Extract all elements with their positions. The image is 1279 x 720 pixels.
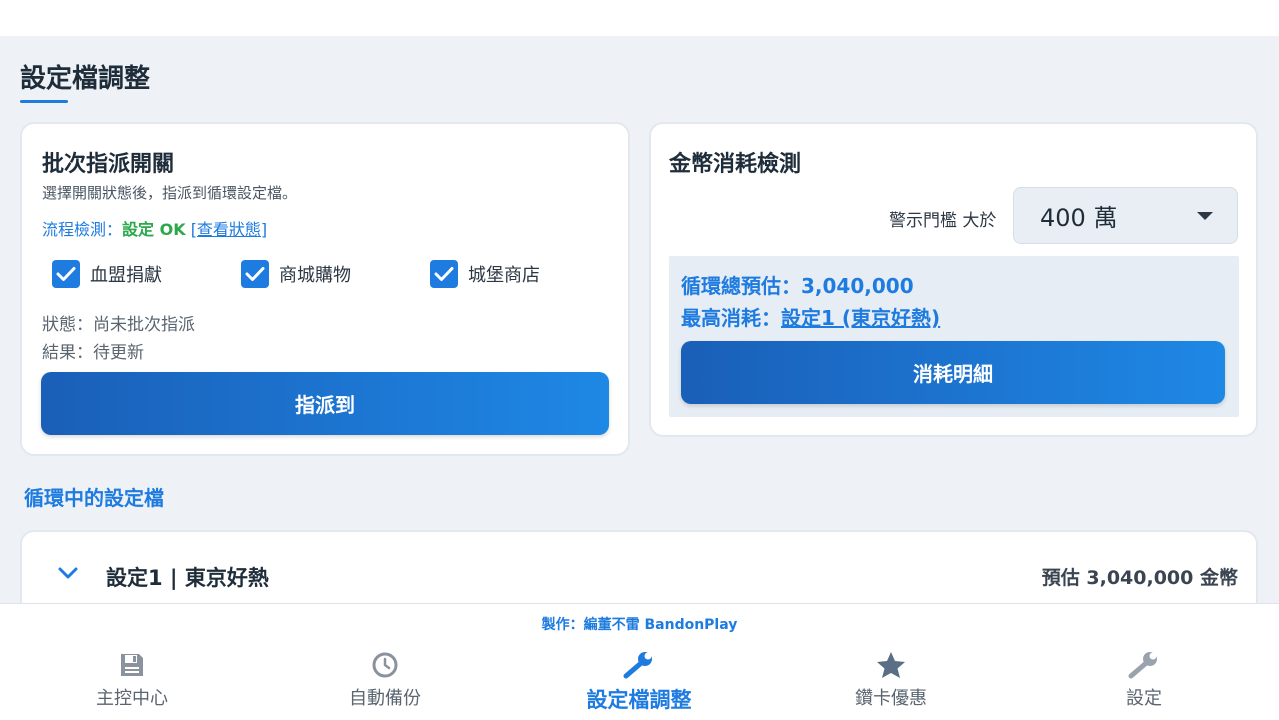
gold-consumption-card: 金幣消耗檢測 警示門檻 大於 400 萬 循環總預估：3,040,000 最高消…	[649, 122, 1258, 437]
nav-item-profile-adjust[interactable]: 設定檔調整	[539, 648, 739, 718]
bottom-nav-bar: 製作：編董不雷 BandonPlay 主控中心 自動備份 設定檔調整 鑽卡優惠 …	[0, 603, 1279, 720]
batch-assign-card: 批次指派開關 選擇開關狀態後，指派到循環設定檔。 流程檢測：設定 OK [查看狀…	[20, 122, 630, 456]
nav-label: 鑽卡優惠	[855, 688, 927, 709]
cycle-section-title: 循環中的設定檔	[24, 486, 164, 510]
checkbox-label: 商城購物	[279, 265, 351, 286]
max-consumption-link[interactable]: 設定1 (東京好熱)	[781, 306, 940, 330]
checkbox-castle-shop[interactable]: 城堡商店	[430, 260, 540, 288]
nav-label: 自動備份	[349, 688, 421, 709]
checkbox-checked-icon[interactable]	[241, 260, 269, 288]
view-status-link[interactable]: [查看狀態]	[191, 220, 268, 239]
page-title: 設定檔調整	[20, 64, 151, 94]
nav-item-dashboard[interactable]: 主控中心	[32, 648, 232, 718]
nav-item-settings[interactable]: 設定	[1044, 648, 1244, 718]
caret-down-icon	[1197, 212, 1213, 220]
threshold-select[interactable]: 400 萬	[1013, 187, 1238, 244]
nav-label: 主控中心	[96, 688, 168, 709]
total-estimate: 循環總預估：3,040,000	[681, 270, 914, 299]
max-consumption: 最高消耗：設定1 (東京好熱)	[681, 302, 940, 331]
gold-summary-box: 循環總預估：3,040,000 最高消耗：設定1 (東京好熱) 消耗明細	[669, 256, 1239, 417]
nav-label: 設定	[1126, 688, 1162, 709]
batch-description: 選擇開關狀態後，指派到循環設定檔。	[42, 184, 298, 202]
checkbox-mall-shopping[interactable]: 商城購物	[241, 260, 351, 288]
max-consumption-label: 最高消耗：	[681, 306, 781, 330]
profile-estimate: 預估 3,040,000 金幣	[1041, 567, 1238, 589]
batch-status-text: 狀態：尚未批次指派	[42, 315, 195, 335]
nav-label: 設定檔調整	[586, 688, 692, 712]
profile-name: 設定1 | 東京好熱	[106, 566, 269, 590]
nav-item-auto-backup[interactable]: 自動備份	[285, 648, 485, 718]
threshold-value: 400 萬	[1040, 204, 1118, 232]
wrench-icon	[1127, 648, 1161, 682]
nav-item-diamond-deals[interactable]: 鑽卡優惠	[791, 648, 991, 718]
title-underline	[20, 100, 68, 103]
batch-result-text: 結果：待更新	[42, 343, 144, 363]
checkbox-checked-icon[interactable]	[52, 260, 80, 288]
credit-text: 製作：編董不雷 BandonPlay	[541, 617, 738, 633]
consumption-detail-button[interactable]: 消耗明細	[681, 341, 1225, 404]
checkbox-checked-icon[interactable]	[430, 260, 458, 288]
batch-card-title: 批次指派開關	[42, 152, 175, 177]
checkbox-label: 血盟捐獻	[90, 265, 162, 286]
flow-check-prefix: 流程檢測：	[42, 220, 123, 239]
total-estimate-label: 循環總預估：	[681, 274, 801, 298]
top-bar	[0, 0, 1279, 36]
gold-card-title: 金幣消耗檢測	[669, 152, 802, 177]
flow-check-ok: 設定 OK	[122, 220, 186, 239]
checkbox-label: 城堡商店	[468, 265, 540, 286]
total-estimate-value: 3,040,000	[801, 274, 914, 298]
clock-icon	[371, 648, 399, 682]
chevron-down-icon[interactable]	[58, 566, 78, 580]
assign-button[interactable]: 指派到	[41, 372, 609, 435]
wrench-icon	[622, 648, 656, 682]
threshold-label: 警示門檻 大於	[889, 211, 997, 231]
checkbox-guild-donation[interactable]: 血盟捐獻	[52, 260, 162, 288]
star-icon	[875, 648, 907, 682]
flow-check: 流程檢測：設定 OK [查看狀態]	[42, 216, 267, 240]
save-icon	[118, 648, 146, 682]
